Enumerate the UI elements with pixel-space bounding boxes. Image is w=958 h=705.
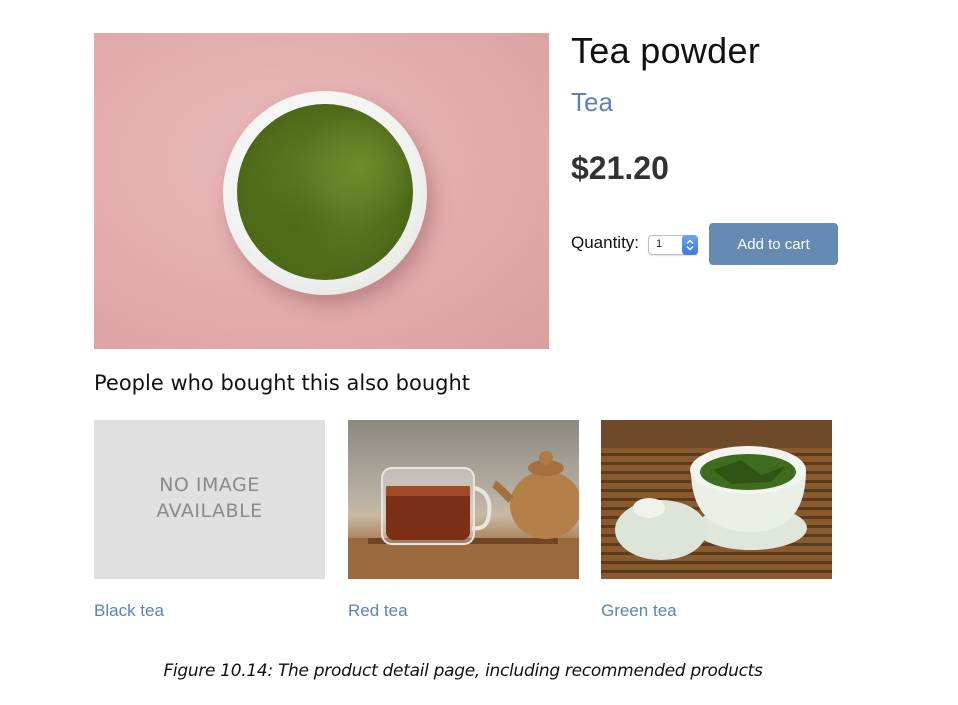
green-tea-illustration bbox=[601, 420, 832, 560]
recommended-image-green-tea[interactable] bbox=[601, 420, 832, 579]
category-link[interactable]: Tea bbox=[571, 87, 613, 118]
recommended-link-red-tea[interactable]: Red tea bbox=[348, 601, 408, 621]
no-image-placeholder: NO IMAGE AVAILABLE bbox=[94, 472, 325, 524]
quantity-label: Quantity: bbox=[571, 233, 640, 252]
product-image bbox=[94, 33, 549, 349]
recommended-link-black-tea[interactable]: Black tea bbox=[94, 601, 164, 621]
recommended-image-black-tea[interactable]: NO IMAGE AVAILABLE bbox=[94, 420, 325, 579]
red-tea-illustration bbox=[348, 451, 579, 579]
matcha-powder bbox=[237, 104, 413, 280]
recommendations-heading: People who bought this also bought bbox=[94, 371, 471, 395]
tea-bowl bbox=[223, 91, 427, 295]
recommended-link-green-tea[interactable]: Green tea bbox=[601, 601, 677, 621]
no-image-line1: NO IMAGE bbox=[159, 474, 260, 496]
quantity-select[interactable]: 1 bbox=[648, 235, 698, 255]
figure-caption: Figure 10.14: The product detail page, i… bbox=[163, 661, 763, 681]
chevron-up-down-icon[interactable] bbox=[682, 235, 698, 255]
add-to-cart-button[interactable]: Add to cart bbox=[709, 223, 838, 265]
product-price: $21.20 bbox=[571, 150, 669, 186]
recommended-image-red-tea[interactable] bbox=[348, 420, 579, 579]
quantity-value: 1 bbox=[656, 238, 663, 250]
product-title: Tea powder bbox=[571, 30, 761, 71]
no-image-line2: AVAILABLE bbox=[156, 500, 263, 522]
